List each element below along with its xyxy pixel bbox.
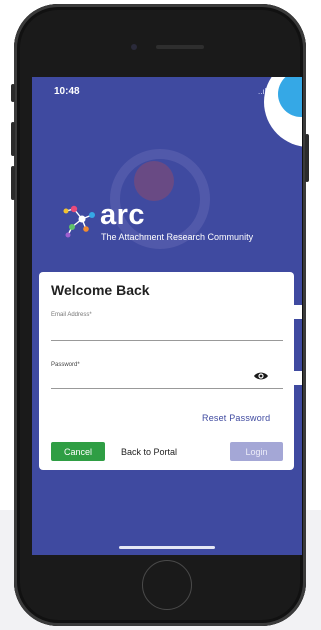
brand-tagline: The Attachment Research Community xyxy=(101,232,254,242)
back-to-portal-button[interactable]: Back to Portal xyxy=(121,442,177,461)
password-field[interactable] xyxy=(51,370,251,388)
login-button[interactable]: Login xyxy=(230,442,283,461)
login-card: Welcome Back Email Address* Password* Re… xyxy=(39,272,294,470)
app-screen: 10:48 ..ıl ≈ ▭ arc The Attachment Resear… xyxy=(32,77,302,555)
card-title: Welcome Back xyxy=(51,282,150,298)
reset-password-link[interactable]: Reset Password xyxy=(202,413,270,423)
password-field-underline xyxy=(51,388,283,389)
email-field-label: Email Address* xyxy=(51,312,92,318)
molecule-node-icon xyxy=(63,205,95,238)
mute-switch xyxy=(11,84,15,102)
decorative-ring-center xyxy=(134,161,174,201)
eye-icon[interactable] xyxy=(253,371,269,381)
earpiece-speaker xyxy=(156,45,204,49)
password-field-label: Password* xyxy=(51,362,80,368)
side-edge-tab xyxy=(294,371,302,385)
volume-down-button xyxy=(11,166,15,200)
volume-up-button xyxy=(11,122,15,156)
cancel-button[interactable]: Cancel xyxy=(51,442,105,461)
status-time: 10:48 xyxy=(54,86,80,97)
home-indicator xyxy=(119,546,215,549)
brand-wordmark: arc xyxy=(100,199,146,231)
side-edge-tab xyxy=(294,305,302,319)
email-field[interactable] xyxy=(51,320,283,340)
email-field-underline xyxy=(51,340,283,341)
front-camera xyxy=(131,44,137,50)
power-button xyxy=(305,134,309,182)
home-button[interactable] xyxy=(142,560,192,610)
